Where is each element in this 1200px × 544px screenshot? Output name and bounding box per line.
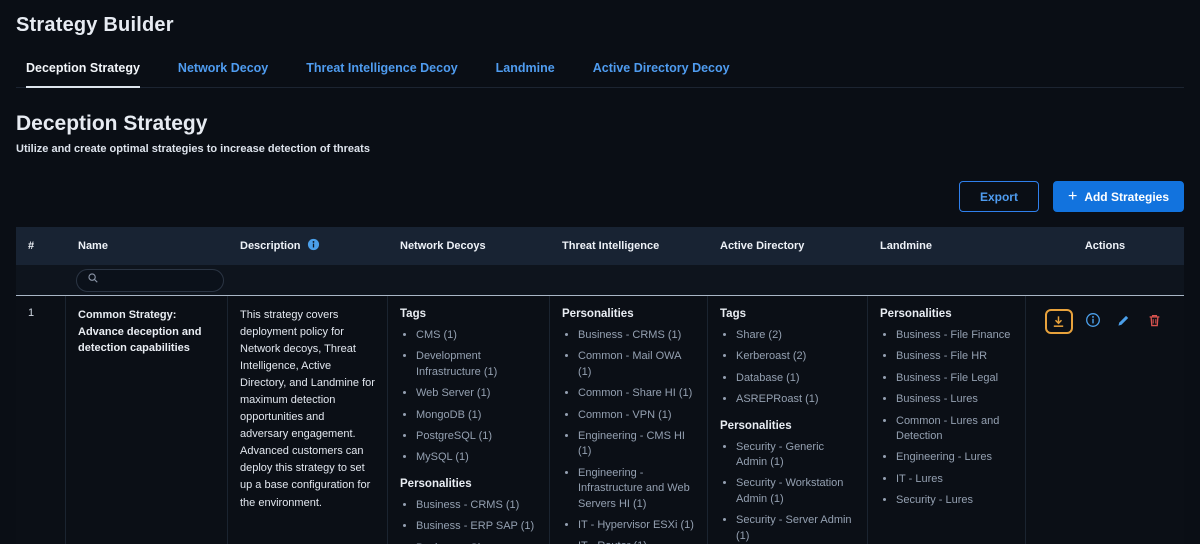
list-item: Kerberoast (2) <box>736 349 855 364</box>
list-item: Business - CRMS (1) <box>416 498 537 513</box>
cell-section-title: Personalities <box>562 308 695 320</box>
list-item: Security - Server Admin (1) <box>736 513 855 544</box>
list-item: IT - Hypervisor ESXi (1) <box>578 518 695 533</box>
cell-list: CMS (1) Development Infrastructure (1) Web… <box>400 328 537 466</box>
active-directory-cell: Tags Share (2) Kerberoast (2) Database (1) A… <box>708 296 868 544</box>
cell-section-title: Tags <box>400 308 537 320</box>
tab-bar: Deception Strategy Network Decoy Threat … <box>16 61 1184 88</box>
list-item: Business - CRMS (1) <box>578 328 695 343</box>
network-decoys-cell: Tags CMS (1) Development Infrastructure (1… <box>388 296 550 544</box>
table-filter-row <box>16 265 1184 296</box>
page-title: Deception Strategy <box>16 112 1184 136</box>
header-network-decoys: Network Decoys <box>388 227 550 265</box>
list-item: Engineering - CMS HI (1) <box>578 429 695 460</box>
filter-name-cell <box>66 269 228 292</box>
name-search-box[interactable] <box>76 269 224 292</box>
search-icon <box>87 271 99 289</box>
app-title: Strategy Builder <box>16 0 1184 37</box>
cell-list: Share (2) Kerberoast (2) Database (1) ASREP… <box>720 328 855 408</box>
list-item: PostgreSQL (1) <box>416 429 537 444</box>
list-item: IT - Router (1) <box>578 539 695 544</box>
list-item: Security - Generic Admin (1) <box>736 440 855 471</box>
cell-list: Business - CRMS (1) Common - Mail OWA (1)… <box>562 328 695 544</box>
cell-list: Business - CRMS (1) Business - ERP SAP (1… <box>400 498 537 544</box>
table-row: 1 Common Strategy: Advance deception and… <box>16 296 1184 544</box>
export-button[interactable]: Export <box>959 181 1039 212</box>
cell-list: Security - Generic Admin (1) Security - W… <box>720 440 855 544</box>
table-header-row: # Name Description Network Decoys Threat… <box>16 227 1184 265</box>
tab-landmine[interactable]: Landmine <box>496 61 555 87</box>
list-item: Development Infrastructure (1) <box>416 349 537 380</box>
list-item: Web Server (1) <box>416 386 537 401</box>
list-item: Business - File HR <box>896 349 1013 364</box>
header-actions: Actions <box>1026 227 1184 265</box>
header-landmine: Landmine <box>868 227 1026 265</box>
strategy-name: Common Strategy: Advance deception and d… <box>66 296 228 544</box>
list-item: Common - Share HI (1) <box>578 386 695 401</box>
tab-active-directory-decoy[interactable]: Active Directory Decoy <box>593 61 730 87</box>
list-item: Business - Lures <box>896 392 1013 407</box>
cell-list: Business - File Finance Business - File H… <box>880 328 1013 509</box>
cell-section-title: Personalities <box>880 308 1013 320</box>
list-item: Business - File Finance <box>896 328 1013 343</box>
toolbar: Export + Add Strategies <box>16 181 1184 212</box>
add-strategies-button[interactable]: + Add Strategies <box>1053 181 1184 212</box>
tab-deception-strategy[interactable]: Deception Strategy <box>26 61 140 88</box>
edit-button[interactable] <box>1113 309 1135 331</box>
header-description-label: Description <box>240 240 301 252</box>
list-item: Engineering - Lures <box>896 450 1013 465</box>
header-num: # <box>16 227 66 265</box>
name-search-input[interactable] <box>106 274 213 286</box>
header-description: Description <box>228 227 388 265</box>
list-item: Share (2) <box>736 328 855 343</box>
list-item: Business - Share <box>416 541 537 544</box>
header-name: Name <box>66 227 228 265</box>
actions-cell <box>1026 296 1184 544</box>
header-threat-intelligence: Threat Intelligence <box>550 227 708 265</box>
add-strategies-label: Add Strategies <box>1084 190 1169 204</box>
list-item: Business - File Legal <box>896 371 1013 386</box>
page: Strategy Builder Deception Strategy Netw… <box>0 0 1200 544</box>
cell-section-title: Tags <box>720 308 855 320</box>
plus-icon: + <box>1068 189 1077 205</box>
landmine-cell: PersonalitiesBusiness - File FinanceBusi… <box>868 296 1026 544</box>
list-item: Business - ERP SAP (1) <box>416 519 537 534</box>
header-active-directory: Active Directory <box>708 227 868 265</box>
list-item: MySQL (1) <box>416 450 537 465</box>
list-item: Security - Workstation Admin (1) <box>736 476 855 507</box>
list-item: Engineering - Infrastructure and Web Ser… <box>578 466 695 512</box>
download-button[interactable] <box>1045 309 1073 334</box>
tab-network-decoy[interactable]: Network Decoy <box>178 61 268 87</box>
strategies-table: # Name Description Network Decoys Threat… <box>16 227 1184 544</box>
list-item: CMS (1) <box>416 328 537 343</box>
page-subtitle: Utilize and create optimal strategies to… <box>16 143 1184 155</box>
list-item: ASREPRoast (1) <box>736 392 855 407</box>
row-number: 1 <box>16 296 66 544</box>
list-item: IT - Lures <box>896 472 1013 487</box>
delete-button[interactable] <box>1144 309 1166 331</box>
list-item: Security - Lures <box>896 493 1013 508</box>
list-item: MongoDB (1) <box>416 408 537 423</box>
cell-section-title: Personalities <box>400 478 537 490</box>
tab-threat-intelligence-decoy[interactable]: Threat Intelligence Decoy <box>306 61 457 87</box>
cell-section-title: Personalities <box>720 420 855 432</box>
threat-intelligence-cell: Personalities Business - CRMS (1) Common -… <box>550 296 708 544</box>
info-icon[interactable] <box>307 238 320 254</box>
list-item: Common - Mail OWA (1) <box>578 349 695 380</box>
list-item: Database (1) <box>736 371 855 386</box>
list-item: Common - VPN (1) <box>578 408 695 423</box>
strategy-description: This strategy covers deployment policy f… <box>228 296 388 544</box>
list-item: Common - Lures and Detection <box>896 414 1013 445</box>
info-button[interactable] <box>1082 309 1104 331</box>
